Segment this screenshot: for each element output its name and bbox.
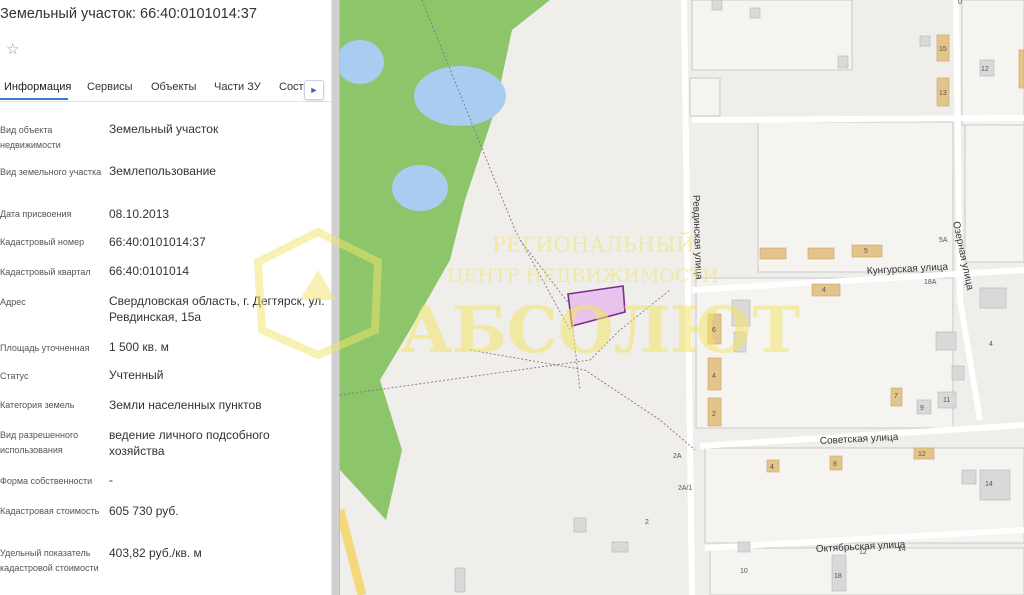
footpath [469, 349, 696, 451]
tab-parts[interactable]: Части ЗУ [214, 81, 261, 93]
house-number: 7 [894, 393, 898, 400]
yellow-road [340, 508, 367, 595]
house-number: 18 [834, 573, 842, 580]
map-canvas[interactable]: Ревдинская улица Кунгурская улица Озерна… [340, 0, 1024, 595]
building [759, 247, 787, 260]
label-assignment-date: Дата присвоения [0, 209, 72, 219]
lake [414, 66, 506, 126]
label-ownership-form: Форма собственности [0, 476, 93, 486]
street-label-revdinskaya: Ревдинская улица [690, 195, 704, 281]
house-number: 18A [924, 279, 937, 286]
label-cadastral-quarter: Кадастровый квартал [0, 267, 91, 277]
value-land-type: Землепользование [109, 164, 216, 178]
label-status: Статус [0, 371, 29, 381]
label-object-type: Вид объекта недвижимости [0, 125, 61, 150]
house-number: 10 [740, 568, 748, 575]
value-cadastral-quarter: 66:40:0101014 [109, 264, 190, 278]
label-land-type: Вид земельного участка [0, 167, 102, 177]
label-specific-value: Удельный показатель кадастровой стоимост… [0, 548, 99, 573]
map-block [964, 121, 1024, 263]
panel-resize-handle[interactable] [331, 0, 340, 595]
house-number: 5A [939, 237, 948, 244]
house-number: 4 [822, 287, 826, 294]
house-number: 0 [958, 0, 962, 6]
house-number: 12 [918, 451, 926, 458]
value-permitted-use: ведение личного подсобного хозяйства [109, 428, 270, 458]
label-cadastral-number: Кадастровый номер [0, 237, 85, 247]
building [811, 283, 841, 297]
value-area: 1 500 кв. м [109, 340, 169, 354]
map-block [709, 547, 1024, 595]
map-block [704, 447, 1024, 544]
tab-scroll-right-icon[interactable]: ► [304, 80, 324, 100]
value-status: Учтенный [109, 368, 164, 382]
house-number: 5 [864, 248, 868, 255]
label-land-category: Категория земель [0, 400, 75, 410]
street-label-sovetskaya: Советская улица [820, 432, 899, 447]
road-upper [691, 115, 1024, 123]
value-ownership-form: - [109, 473, 113, 487]
house-number: 8 [833, 461, 837, 468]
panel-title: Земельный участок: 66:40:0101014:37 [0, 6, 257, 22]
house-number: 2A/1 [678, 485, 693, 492]
tab-bar: Информация Сервисы Объекты Части ЗУ Сост… [0, 74, 331, 102]
house-number: 14 [985, 481, 993, 488]
house-number: 11 [943, 397, 950, 404]
value-assignment-date: 08.10.2013 [109, 207, 170, 221]
label-cadastral-value: Кадастровая стоимость [0, 506, 100, 516]
building [1018, 49, 1024, 89]
house-number: 6 [712, 327, 716, 334]
house-number: 14 [898, 546, 906, 553]
house-number: 2 [712, 411, 716, 418]
value-specific-value: 403,82 руб./кв. м [109, 546, 202, 560]
house-number: 2A [673, 453, 682, 460]
value-cadastral-number: 66:40:0101014:37 [109, 235, 206, 249]
house-number: 2 [645, 519, 649, 526]
house-number: 12 [981, 66, 989, 73]
active-tab-indicator [0, 98, 68, 100]
info-panel: Земельный участок: 66:40:0101014:37 ☆ Ин… [0, 0, 331, 595]
house-number: 9 [920, 405, 924, 412]
star-icon[interactable]: ☆ [6, 42, 19, 57]
selected-parcel [567, 285, 626, 328]
label-permitted-use: Вид разрешенного использования [0, 430, 79, 455]
lake [392, 165, 448, 211]
house-number: 12 [859, 549, 867, 556]
house-number: 15 [939, 46, 947, 53]
value-land-category: Земли населенных пунктов [109, 398, 262, 412]
house-number: 4 [712, 373, 716, 380]
tab-information[interactable]: Информация [4, 81, 71, 93]
house-number: 4 [989, 341, 993, 348]
house-number: 13 [939, 90, 947, 97]
label-address: Адрес [0, 297, 26, 307]
value-object-type: Земельный участок [109, 122, 219, 136]
tab-objects[interactable]: Объекты [151, 81, 196, 93]
house-number: 4 [770, 464, 774, 471]
tab-services[interactable]: Сервисы [87, 81, 133, 93]
map-block [689, 77, 721, 117]
label-area: Площадь уточненная [0, 343, 90, 353]
map-block [691, 0, 853, 71]
value-address: Свердловская область, г. Дегтярск, ул. Р… [109, 294, 325, 324]
cadastral-map[interactable]: Ревдинская улица Кунгурская улица Озерна… [340, 0, 1024, 595]
building [807, 247, 835, 260]
value-cadastral-value: 605 730 руб. [109, 504, 179, 518]
